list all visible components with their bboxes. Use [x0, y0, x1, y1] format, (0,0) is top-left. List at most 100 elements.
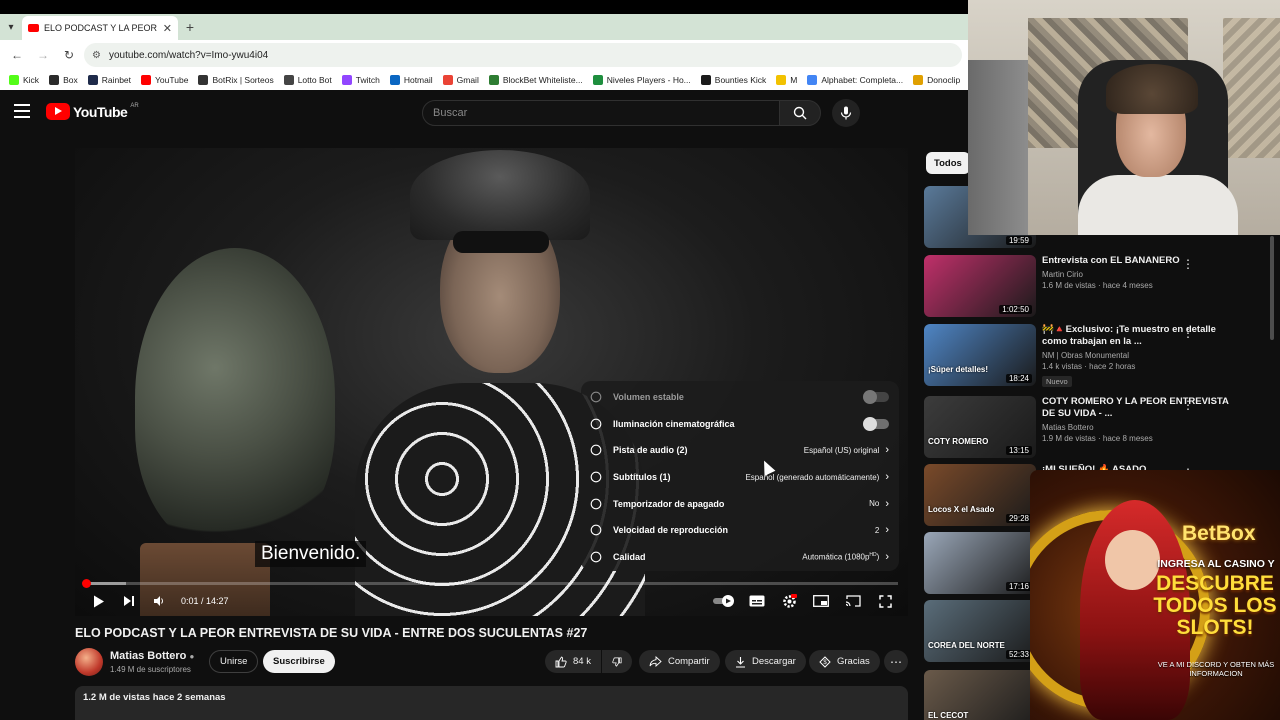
title-strip [0, 0, 968, 14]
hd-badge: HD [869, 552, 877, 559]
recommended-video[interactable]: ¡Súper detalles! 18:24 🚧🔺Exclusivo: ¡Te mu… [924, 324, 1264, 387]
video-channel: Matias Bottero [1042, 423, 1094, 432]
settings-item[interactable]: Temporizador de apagado No › [581, 490, 899, 517]
active-tab[interactable]: ELO PODCAST Y LA PEOR E ✕ [22, 16, 178, 40]
url-text: youtube.com/watch?v=Imo-ywu4i04 [108, 49, 269, 61]
settings-item-label: Temporizador de apagado [613, 498, 725, 509]
site-info-icon[interactable]: ⚙ [92, 50, 101, 61]
bookmark-item[interactable]: Alphabet: Completa... [802, 75, 908, 85]
back-icon[interactable]: ← [6, 44, 28, 66]
bookmark-favicon-icon [141, 75, 152, 85]
volume-stable-icon [589, 390, 603, 404]
bookmark-label: Rainbet [101, 75, 132, 85]
ad-brand: BetBox [1182, 522, 1256, 545]
bookmark-item[interactable]: Bounties Kick [696, 75, 772, 85]
sidebar-scrollbar[interactable] [1270, 236, 1274, 340]
video-thumbnail[interactable]: EL CECOT [924, 670, 1036, 720]
join-button[interactable]: Unirse [209, 650, 259, 673]
bookmark-label: Kick [23, 75, 40, 85]
next-button[interactable] [119, 590, 139, 612]
more-vertical-icon[interactable]: ⋮ [1182, 398, 1194, 412]
more-vertical-icon[interactable]: ⋮ [1182, 326, 1194, 340]
subtitles-button[interactable] [747, 590, 767, 612]
recommended-video[interactable]: 1:02:50 Entrevista con EL BANANERO Martin … [924, 255, 1264, 317]
thumbnail-text: COREA DEL NORTE [928, 641, 1005, 650]
tab-search-icon[interactable]: ▾ [0, 14, 22, 40]
cast-button[interactable] [843, 590, 863, 612]
settings-button[interactable] [779, 590, 799, 612]
bookmark-label: M [790, 75, 798, 85]
youtube-header: YouTube AR Buscar [0, 90, 968, 134]
progress-bar[interactable] [81, 579, 898, 588]
bookmark-favicon-icon [776, 75, 787, 85]
views-and-date: 1.2 M de vistas hace 2 semanas [83, 692, 226, 703]
subscribe-button[interactable]: Suscribirse [263, 650, 335, 673]
more-actions-button[interactable]: ⋯ [884, 650, 908, 673]
filter-chip-all[interactable]: Todos [926, 152, 970, 174]
settings-item[interactable]: Subtítulos (1) Español (generado automáti… [581, 464, 899, 491]
video-title-text: 🚧🔺Exclusivo: ¡Te muestro en detalle como… [1042, 324, 1216, 347]
settings-item[interactable]: Iluminación cinematográfica [581, 411, 899, 438]
settings-toggle[interactable] [863, 416, 889, 431]
video-player[interactable]: Bienvenido. Volumen estable Iluminación c… [75, 148, 908, 616]
autoplay-toggle[interactable] [711, 590, 741, 612]
like-button[interactable]: 84 k [545, 650, 601, 673]
bookmark-item[interactable]: Box [44, 75, 83, 85]
bookmark-item[interactable]: Donoclip [908, 75, 965, 85]
bookmark-item[interactable]: Gmail [438, 75, 484, 85]
settings-item[interactable]: Velocidad de reproducción 2 › [581, 517, 899, 544]
channel-name[interactable]: Matias Bottero ● [110, 650, 194, 662]
bookmark-item[interactable]: Kick [4, 75, 44, 85]
mute-button[interactable] [149, 590, 169, 612]
close-tab-icon[interactable]: ✕ [163, 22, 172, 35]
bookmark-item[interactable]: BotRix | Sorteos [193, 75, 278, 85]
bookmark-item[interactable]: Lotto Bot [279, 75, 337, 85]
more-vertical-icon[interactable]: ⋮ [1182, 257, 1194, 271]
settings-item[interactable]: Calidad Automática (1080pHD) › [581, 544, 899, 571]
search-input[interactable]: Buscar [422, 100, 780, 126]
video-thumbnail[interactable]: 1:02:50 [924, 255, 1036, 317]
play-button[interactable] [89, 590, 109, 612]
dislike-button[interactable] [602, 650, 632, 673]
share-button[interactable]: Compartir [639, 650, 720, 673]
settings-item[interactable]: Pista de audio (2) Español (US) original › [581, 437, 899, 464]
search-button[interactable] [779, 100, 821, 126]
tab-title: ELO PODCAST Y LA PEOR E [44, 23, 158, 33]
fullscreen-button[interactable] [875, 590, 895, 612]
settings-item[interactable]: Volumen estable [581, 384, 899, 411]
bookmark-item[interactable]: M [771, 75, 802, 85]
download-button[interactable]: Descargar [725, 650, 806, 673]
url-field[interactable]: ⚙ youtube.com/watch?v=Imo-ywu4i04 [84, 43, 962, 67]
new-tab-icon[interactable]: + [178, 19, 202, 35]
bookmark-item[interactable]: BlockBet Whiteliste... [484, 75, 588, 85]
bookmark-label: YouTube [155, 75, 189, 85]
menu-icon[interactable] [14, 104, 30, 118]
settings-item-value: Español (US) original [804, 446, 880, 455]
video-thumbnail[interactable]: 17:16 [924, 532, 1036, 594]
youtube-logo[interactable]: YouTube AR [46, 103, 139, 120]
bookmark-favicon-icon [87, 75, 98, 85]
bookmark-item[interactable]: Rainbet [83, 75, 136, 85]
bookmark-label: Lotto Bot [297, 75, 332, 85]
video-thumbnail[interactable]: COREA DEL NORTE 52:33 [924, 600, 1036, 662]
reload-icon[interactable]: ↻ [58, 44, 80, 66]
miniplayer-button[interactable] [811, 590, 831, 612]
video-thumbnail[interactable]: Locos X el Asado 29:28 [924, 464, 1036, 526]
thumbs-down-icon [612, 656, 622, 667]
description-box[interactable]: 1.2 M de vistas hace 2 semanas [75, 686, 908, 720]
bookmark-item[interactable]: Hotmail [385, 75, 438, 85]
thanks-button[interactable]: $ Gracias [809, 650, 880, 673]
voice-search-button[interactable] [832, 99, 860, 127]
forward-icon[interactable]: → [32, 44, 54, 66]
bookmark-item[interactable]: YouTube [136, 75, 193, 85]
thumbnail-text: EL CECOT [928, 711, 969, 720]
bookmark-item[interactable]: Twitch [337, 75, 385, 85]
recommended-video[interactable]: COTY ROMERO 13:15 COTY ROMERO Y LA PEOR EN… [924, 396, 1264, 458]
settings-toggle[interactable] [863, 390, 889, 405]
bookmark-item[interactable]: Niveles Players - Ho... [588, 75, 696, 85]
video-thumbnail[interactable]: COTY ROMERO 13:15 [924, 396, 1036, 458]
webcam-shelf [968, 60, 1028, 235]
settings-item-value-text: 2 [874, 525, 880, 535]
channel-avatar[interactable] [75, 648, 103, 676]
video-thumbnail[interactable]: ¡Súper detalles! 18:24 [924, 324, 1036, 386]
